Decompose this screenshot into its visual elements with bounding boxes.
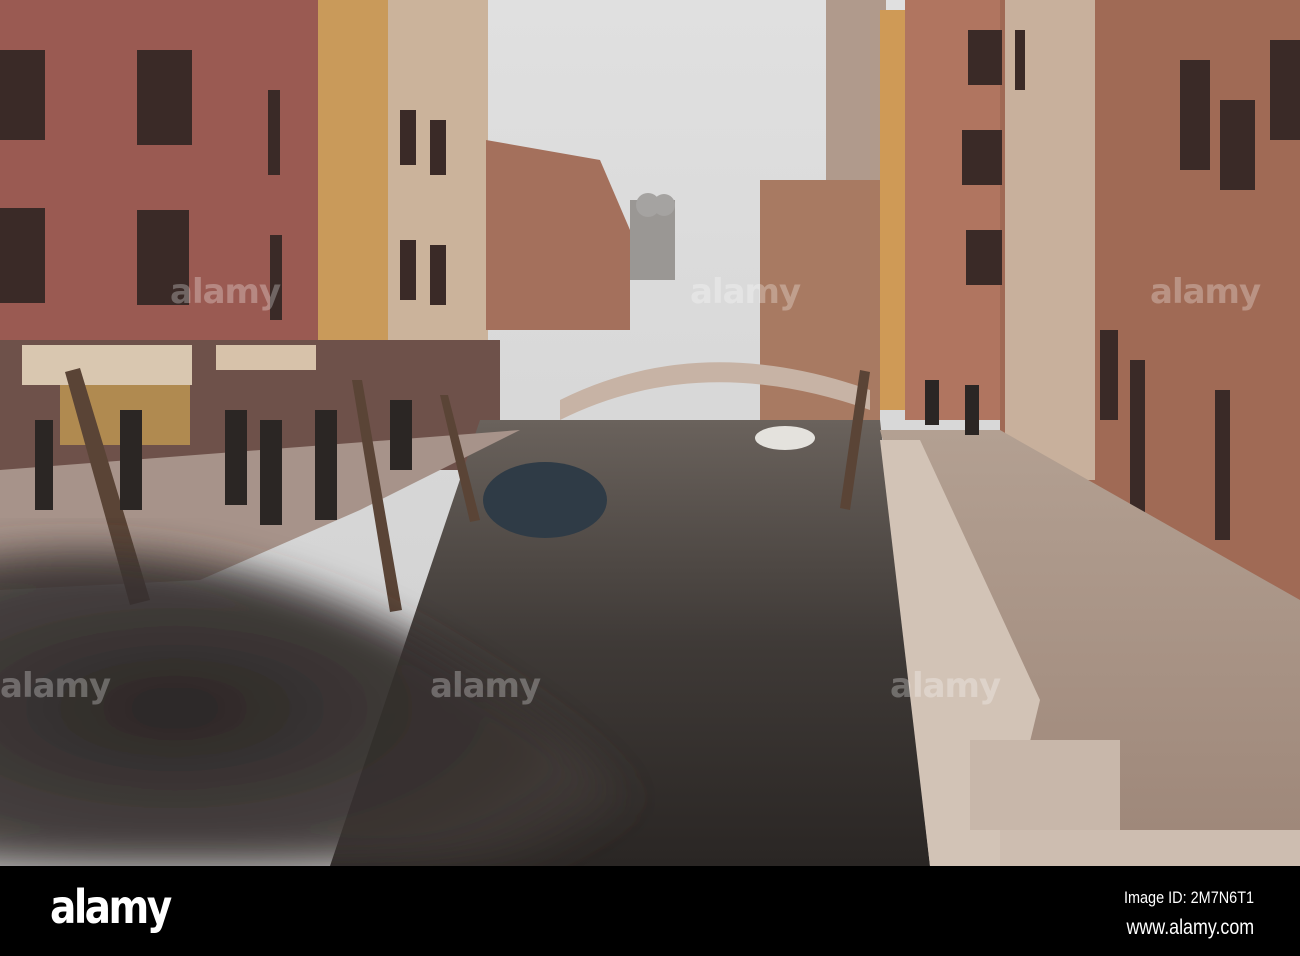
watermark: alamy	[1150, 272, 1261, 312]
watermark: alamy	[690, 272, 801, 312]
distant-church	[630, 193, 675, 280]
canal-photo: alamy alamy alamy alamy alamy alamy	[0, 0, 1300, 866]
footer-bar: alamy Image ID: 2M7N6T1 www.alamy.com	[0, 866, 1300, 956]
image-id: Image ID: 2M7N6T1	[1123, 888, 1254, 907]
boat	[483, 462, 607, 538]
stock-photo: alamy alamy alamy alamy alamy alamy alam…	[0, 0, 1300, 956]
website-url: www.alamy.com	[1126, 916, 1254, 939]
watermark: alamy	[890, 666, 1001, 706]
steps	[970, 740, 1120, 830]
alamy-logo: alamy	[50, 880, 172, 934]
watermark: alamy	[0, 666, 111, 706]
scene	[0, 0, 1300, 866]
watermark: alamy	[430, 666, 541, 706]
boat	[755, 426, 815, 450]
watermark: alamy	[170, 272, 281, 312]
